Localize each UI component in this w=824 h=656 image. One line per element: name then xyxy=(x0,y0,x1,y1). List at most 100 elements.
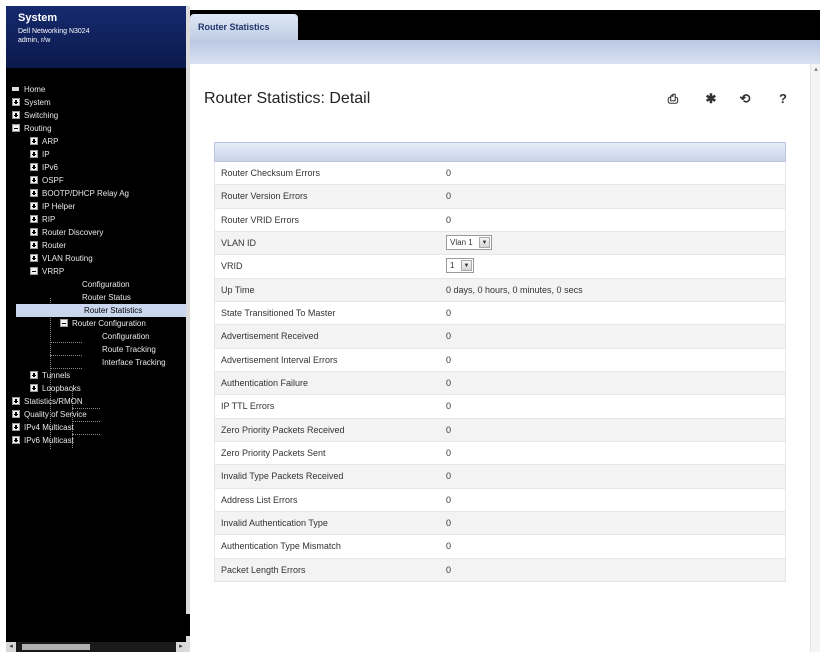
chevron-down-icon[interactable]: ▼ xyxy=(461,260,472,272)
splitter-grip[interactable] xyxy=(186,614,190,636)
tab-strip xyxy=(190,40,820,64)
nav-item-vrrp-configuration[interactable]: Configuration xyxy=(6,278,186,291)
nav-label: ARP xyxy=(42,137,59,146)
expand-icon[interactable] xyxy=(12,410,20,418)
nav-item-home[interactable]: Home xyxy=(6,83,186,96)
nav-label: Routing xyxy=(24,124,52,133)
row-label: Invalid Type Packets Received xyxy=(221,471,344,482)
nav-item-router-configuration[interactable]: Router Configuration xyxy=(6,317,186,330)
nav-label: OSPF xyxy=(42,176,64,185)
scroll-up-icon[interactable]: ▴ xyxy=(811,64,821,76)
row-value: 0 xyxy=(446,564,452,575)
nav-item-ospf[interactable]: OSPF xyxy=(6,174,186,187)
expand-icon[interactable] xyxy=(12,436,20,444)
nav-item-vrrp[interactable]: VRRP xyxy=(6,265,186,278)
nav-item-iphelper[interactable]: IP Helper xyxy=(6,200,186,213)
row-label: Advertisement Interval Errors xyxy=(221,354,338,365)
nav-item-routing[interactable]: Routing xyxy=(6,122,186,135)
nav-label: Router Status xyxy=(82,293,131,302)
nav-label: Quality of Service xyxy=(24,410,87,419)
help-icon[interactable]: ? xyxy=(772,89,794,109)
refresh-icon[interactable]: ✱ xyxy=(700,89,722,109)
horizontal-scrollbar[interactable]: ◂ ▸ xyxy=(6,642,186,652)
expand-icon[interactable] xyxy=(30,176,38,184)
nav-label: Switching xyxy=(24,111,59,120)
row-label: Invalid Authentication Type xyxy=(221,517,328,528)
nav-item-quality-of-service[interactable]: Quality of Service xyxy=(6,408,186,421)
table-header xyxy=(214,142,786,162)
expand-icon[interactable] xyxy=(30,163,38,171)
chevron-down-icon[interactable]: ▼ xyxy=(479,236,490,248)
expand-icon[interactable] xyxy=(30,137,38,145)
nav-item-route-tracking[interactable]: Route Tracking xyxy=(6,343,186,356)
nav-item-ipv4-multicast[interactable]: IPv4 Multicast xyxy=(6,421,186,434)
nav-item-ipv6-multicast[interactable]: IPv6 Multicast xyxy=(6,434,186,447)
row-label: State Transitioned To Master xyxy=(221,307,336,318)
nav-item-tunnels[interactable]: Tunnels xyxy=(6,369,186,382)
row-label: VLAN ID xyxy=(221,237,257,248)
row-label: Up Time xyxy=(221,284,255,295)
nav-item-router-status[interactable]: Router Status xyxy=(6,291,186,304)
expand-icon[interactable] xyxy=(12,423,20,431)
expand-icon[interactable] xyxy=(30,384,38,392)
nav-item-vlan-routing[interactable]: VLAN Routing xyxy=(6,252,186,265)
nav-label: Route Tracking xyxy=(102,345,156,354)
expand-icon[interactable] xyxy=(12,397,20,405)
expand-icon[interactable] xyxy=(30,254,38,262)
nav-item-bootp[interactable]: BOOTP/DHCP Relay Ag xyxy=(6,187,186,200)
expand-icon[interactable] xyxy=(30,150,38,158)
nav-item-ipv6[interactable]: IPv6 xyxy=(6,161,186,174)
collapse-icon[interactable] xyxy=(60,319,68,327)
row-value: 0 xyxy=(446,331,452,342)
collapse-icon[interactable] xyxy=(30,267,38,275)
pane-splitter[interactable] xyxy=(186,6,190,652)
home-icon xyxy=(12,87,19,91)
nav-item-router[interactable]: Router xyxy=(6,239,186,252)
table-row: Advertisement Received 0 xyxy=(214,325,786,349)
nav-label: Statistics/RMON xyxy=(24,397,83,406)
expand-icon[interactable] xyxy=(30,202,38,210)
nav-item-interface-tracking[interactable]: Interface Tracking xyxy=(6,356,186,369)
app-window: System Dell Networking N3024 admin, r/w … xyxy=(0,0,824,656)
nav-item-loopbacks[interactable]: Loopbacks xyxy=(6,382,186,395)
expand-icon[interactable] xyxy=(30,215,38,223)
table-row: Advertisement Interval Errors 0 xyxy=(214,348,786,372)
row-label: Zero Priority Packets Received xyxy=(221,424,345,435)
nav-label: System xyxy=(24,98,51,107)
vrid-select[interactable]: 1 ▼ xyxy=(446,258,474,274)
nav-item-router-configuration-configuration[interactable]: Configuration xyxy=(6,330,186,343)
scroll-right-icon[interactable]: ▸ xyxy=(176,642,186,652)
expand-icon[interactable] xyxy=(30,371,38,379)
nav-label: Configuration xyxy=(102,332,150,341)
nav-item-rip[interactable]: RIP xyxy=(6,213,186,226)
nav-item-switching[interactable]: Switching xyxy=(6,109,186,122)
vlan-id-select[interactable]: Vlan 1 ▼ xyxy=(446,234,492,250)
row-value: 0 xyxy=(446,168,452,178)
select-value: 1 xyxy=(450,261,455,271)
nav-label: IPv4 Multicast xyxy=(24,423,74,432)
scroll-left-icon[interactable]: ◂ xyxy=(6,642,16,652)
nav-item-ip[interactable]: IP xyxy=(6,148,186,161)
nav-item-router-statistics[interactable]: Router Statistics xyxy=(16,304,186,317)
expand-icon[interactable] xyxy=(12,98,20,106)
expand-icon[interactable] xyxy=(30,228,38,236)
row-label: Advertisement Received xyxy=(221,331,319,342)
expand-icon[interactable] xyxy=(30,189,38,197)
expand-icon[interactable] xyxy=(30,241,38,249)
nav-item-system[interactable]: System xyxy=(6,96,186,109)
row-value: 0 xyxy=(446,447,452,458)
table-row: VLAN ID Vlan 1 ▼ xyxy=(214,231,786,256)
nav-item-arp[interactable]: ARP xyxy=(6,135,186,148)
row-label: Packet Length Errors xyxy=(221,564,306,575)
tab-router-statistics[interactable]: Router Statistics xyxy=(190,14,298,40)
add-icon[interactable]: ⟲ xyxy=(734,89,756,109)
print-icon[interactable]: ⎙ xyxy=(662,89,684,109)
collapse-icon[interactable] xyxy=(12,124,20,132)
nav-item-statistics-rmon[interactable]: Statistics/RMON xyxy=(6,395,186,408)
nav-label: Router Configuration xyxy=(72,319,146,328)
vertical-scrollbar[interactable]: ▴ xyxy=(810,64,820,652)
expand-icon[interactable] xyxy=(12,111,20,119)
scroll-thumb[interactable] xyxy=(22,644,90,650)
nav-item-router-discovery[interactable]: Router Discovery xyxy=(6,226,186,239)
nav-label: Interface Tracking xyxy=(102,358,166,367)
